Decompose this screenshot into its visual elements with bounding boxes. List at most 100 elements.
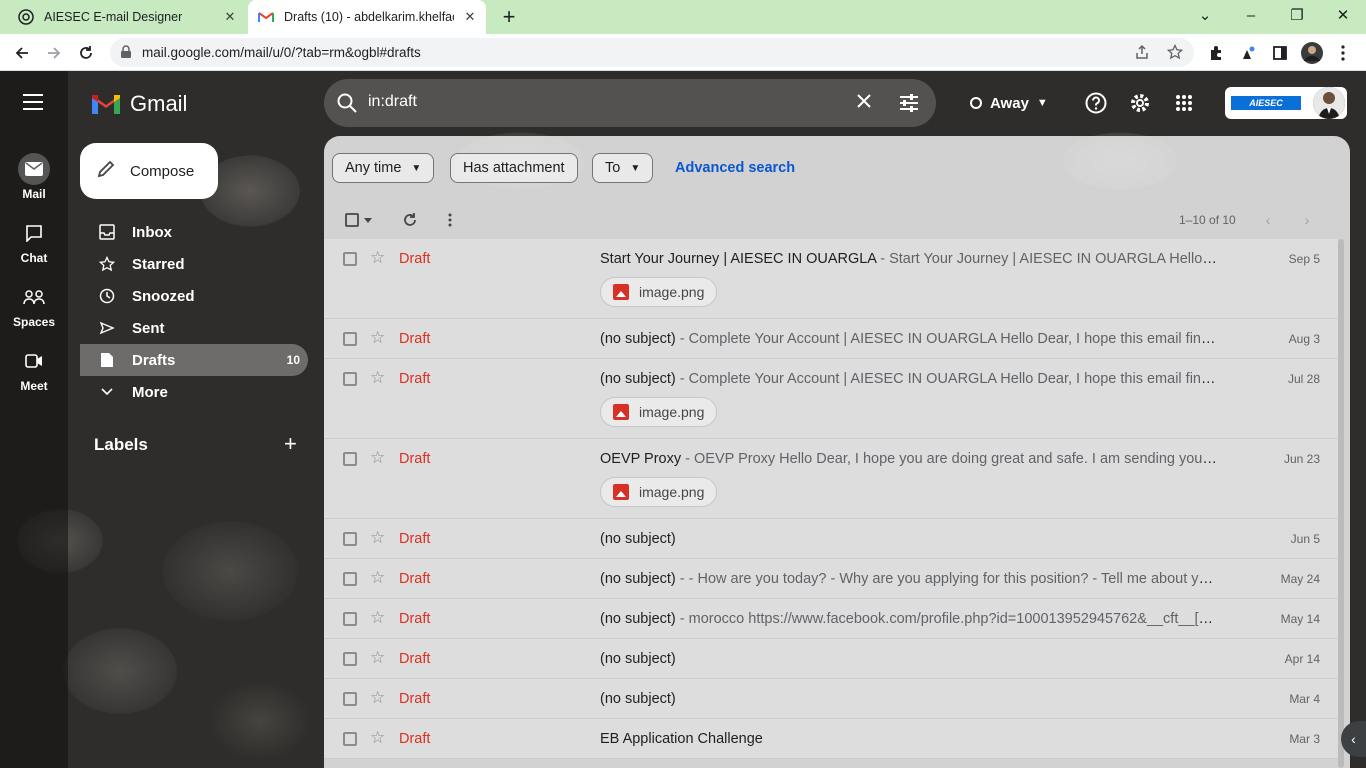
row-checkbox[interactable] [343,572,357,586]
star-icon[interactable]: ☆ [370,729,385,747]
compose-button[interactable]: Compose [80,143,218,199]
share-icon[interactable] [1134,44,1152,62]
browser-tab-email-designer[interactable]: AIESEC E-mail Designer ✕ [0,0,246,34]
star-icon[interactable]: ☆ [370,529,385,547]
status-label: Away [990,94,1029,112]
new-tab-button[interactable]: + [498,6,520,28]
tab-search-icon[interactable]: ⌄ [1193,5,1217,27]
browser-tab-gmail-drafts[interactable]: Drafts (10) - abdelkarim.khelfaoui ✕ [248,0,486,34]
restore-icon[interactable]: ❐ [1285,5,1309,27]
avatar[interactable] [1313,87,1345,119]
sidebar-item-drafts[interactable]: Drafts 10 [80,344,308,376]
select-all-checkbox[interactable] [342,210,362,230]
back-icon[interactable] [10,41,34,65]
rail-item-spaces[interactable]: Spaces [0,281,68,329]
table-row[interactable]: ☆ Draft EB Application Challenge Mar 3 [324,719,1338,759]
attachment-chip[interactable]: image.png [600,477,718,507]
table-row[interactable]: ☆ Draft (no subject) - Complete Your Acc… [324,319,1338,359]
star-icon[interactable]: ☆ [370,649,385,667]
filter-chip-any-time[interactable]: Any time ▼ [332,153,435,183]
rail-item-meet[interactable]: Meet [0,345,68,393]
search-bar[interactable]: in:draft [324,79,936,127]
filter-chip-to[interactable]: To ▼ [592,153,654,183]
advanced-search-link[interactable]: Advanced search [675,160,795,176]
sidebar-item-snoozed[interactable]: Snoozed [80,280,308,312]
rail-item-chat[interactable]: Chat [0,217,68,265]
row-checkbox[interactable] [343,732,357,746]
settings-gear-icon[interactable] [1128,91,1152,115]
profile-avatar[interactable] [1300,41,1324,65]
window-close-icon[interactable]: ✕ [1331,5,1355,27]
row-checkbox[interactable] [343,252,357,266]
more-options-icon[interactable] [440,210,460,230]
reload-icon[interactable] [74,41,98,65]
row-date: Sep 5 [1288,252,1320,266]
table-row[interactable]: ☆ Draft (no subject) Apr 14 [324,639,1338,679]
address-bar[interactable]: mail.google.com/mail/u/0/?tab=rm&ogbl#dr… [110,38,1194,67]
refresh-icon[interactable] [400,210,420,230]
star-icon[interactable]: ☆ [370,249,385,267]
row-subject-text: EB Application Challenge [600,731,763,747]
select-dropdown-icon[interactable] [361,210,375,230]
search-icon[interactable] [336,92,358,119]
star-icon[interactable]: ☆ [370,689,385,707]
sidebar-item-inbox[interactable]: Inbox [80,216,308,248]
star-icon[interactable]: ☆ [370,569,385,587]
row-checkbox[interactable] [343,652,357,666]
extension-pin-icon[interactable] [1236,41,1260,65]
sidebar-item-label: Drafts [132,351,176,369]
chat-icon [18,217,50,249]
account-switcher[interactable]: AIESEC [1225,87,1347,119]
url-text: mail.google.com/mail/u/0/?tab=rm&ogbl#dr… [142,45,421,60]
sidebar-item-sent[interactable]: Sent [80,312,308,344]
side-panel-icon[interactable] [1268,41,1292,65]
gmail-logo[interactable]: Gmail [90,91,187,117]
apps-grid-icon[interactable] [1172,91,1196,115]
help-icon[interactable] [1084,91,1108,115]
table-row[interactable]: ☆ Draft OEVP Proxy - OEVP Proxy Hello De… [324,439,1338,519]
add-label-icon[interactable]: + [284,433,297,455]
row-checkbox[interactable] [343,452,357,466]
list-scrollbar[interactable] [1338,239,1344,768]
main-menu-icon[interactable] [22,93,46,113]
bookmark-star-icon[interactable] [1166,43,1185,62]
prev-page-icon[interactable]: ‹ [1258,210,1278,230]
row-checkbox[interactable] [343,612,357,626]
caret-down-icon: ▼ [411,162,422,174]
star-icon[interactable]: ☆ [370,609,385,627]
row-checkbox[interactable] [343,532,357,546]
star-icon[interactable]: ☆ [370,329,385,347]
attachment-chip[interactable]: image.png [600,397,718,427]
table-row[interactable]: ☆ Draft (no subject) - - How are you tod… [324,559,1338,599]
row-sender: Draft [399,251,431,267]
status-selector[interactable]: Away ▼ [970,87,1048,119]
rail-item-mail[interactable]: Mail [0,153,68,201]
table-row[interactable]: ☆ Draft (no subject) - morocco https://w… [324,599,1338,639]
forward-icon[interactable] [42,41,66,65]
browser-menu-icon[interactable] [1331,41,1355,65]
row-subject-text: (no subject) [600,651,676,667]
sidebar-item-starred[interactable]: Starred [80,248,308,280]
search-options-icon[interactable] [898,92,920,119]
search-input[interactable]: in:draft [368,93,417,111]
close-icon[interactable]: ✕ [222,9,238,25]
minimize-icon[interactable]: – [1239,5,1263,27]
filter-chip-has-attachment[interactable]: Has attachment [450,153,578,183]
row-checkbox[interactable] [343,332,357,346]
table-row[interactable]: ☆ Draft Start Your Journey | AIESEC IN O… [324,239,1338,319]
clear-search-icon[interactable] [854,91,874,117]
pagination-count: 1–10 of 10 [1179,213,1236,227]
lock-icon [120,45,132,64]
row-checkbox[interactable] [343,692,357,706]
next-page-icon[interactable]: › [1297,210,1317,230]
row-checkbox[interactable] [343,372,357,386]
table-row[interactable]: ☆ Draft (no subject) - Complete Your Acc… [324,359,1338,439]
table-row[interactable]: ☆ Draft (no subject) Mar 4 [324,679,1338,719]
close-icon[interactable]: ✕ [462,9,478,25]
extensions-icon[interactable] [1204,41,1228,65]
sidebar-item-more[interactable]: More [80,376,308,408]
table-row[interactable]: ☆ Draft (no subject) Jun 5 [324,519,1338,559]
star-icon[interactable]: ☆ [370,449,385,467]
star-icon[interactable]: ☆ [370,369,385,387]
attachment-chip[interactable]: image.png [600,277,718,307]
